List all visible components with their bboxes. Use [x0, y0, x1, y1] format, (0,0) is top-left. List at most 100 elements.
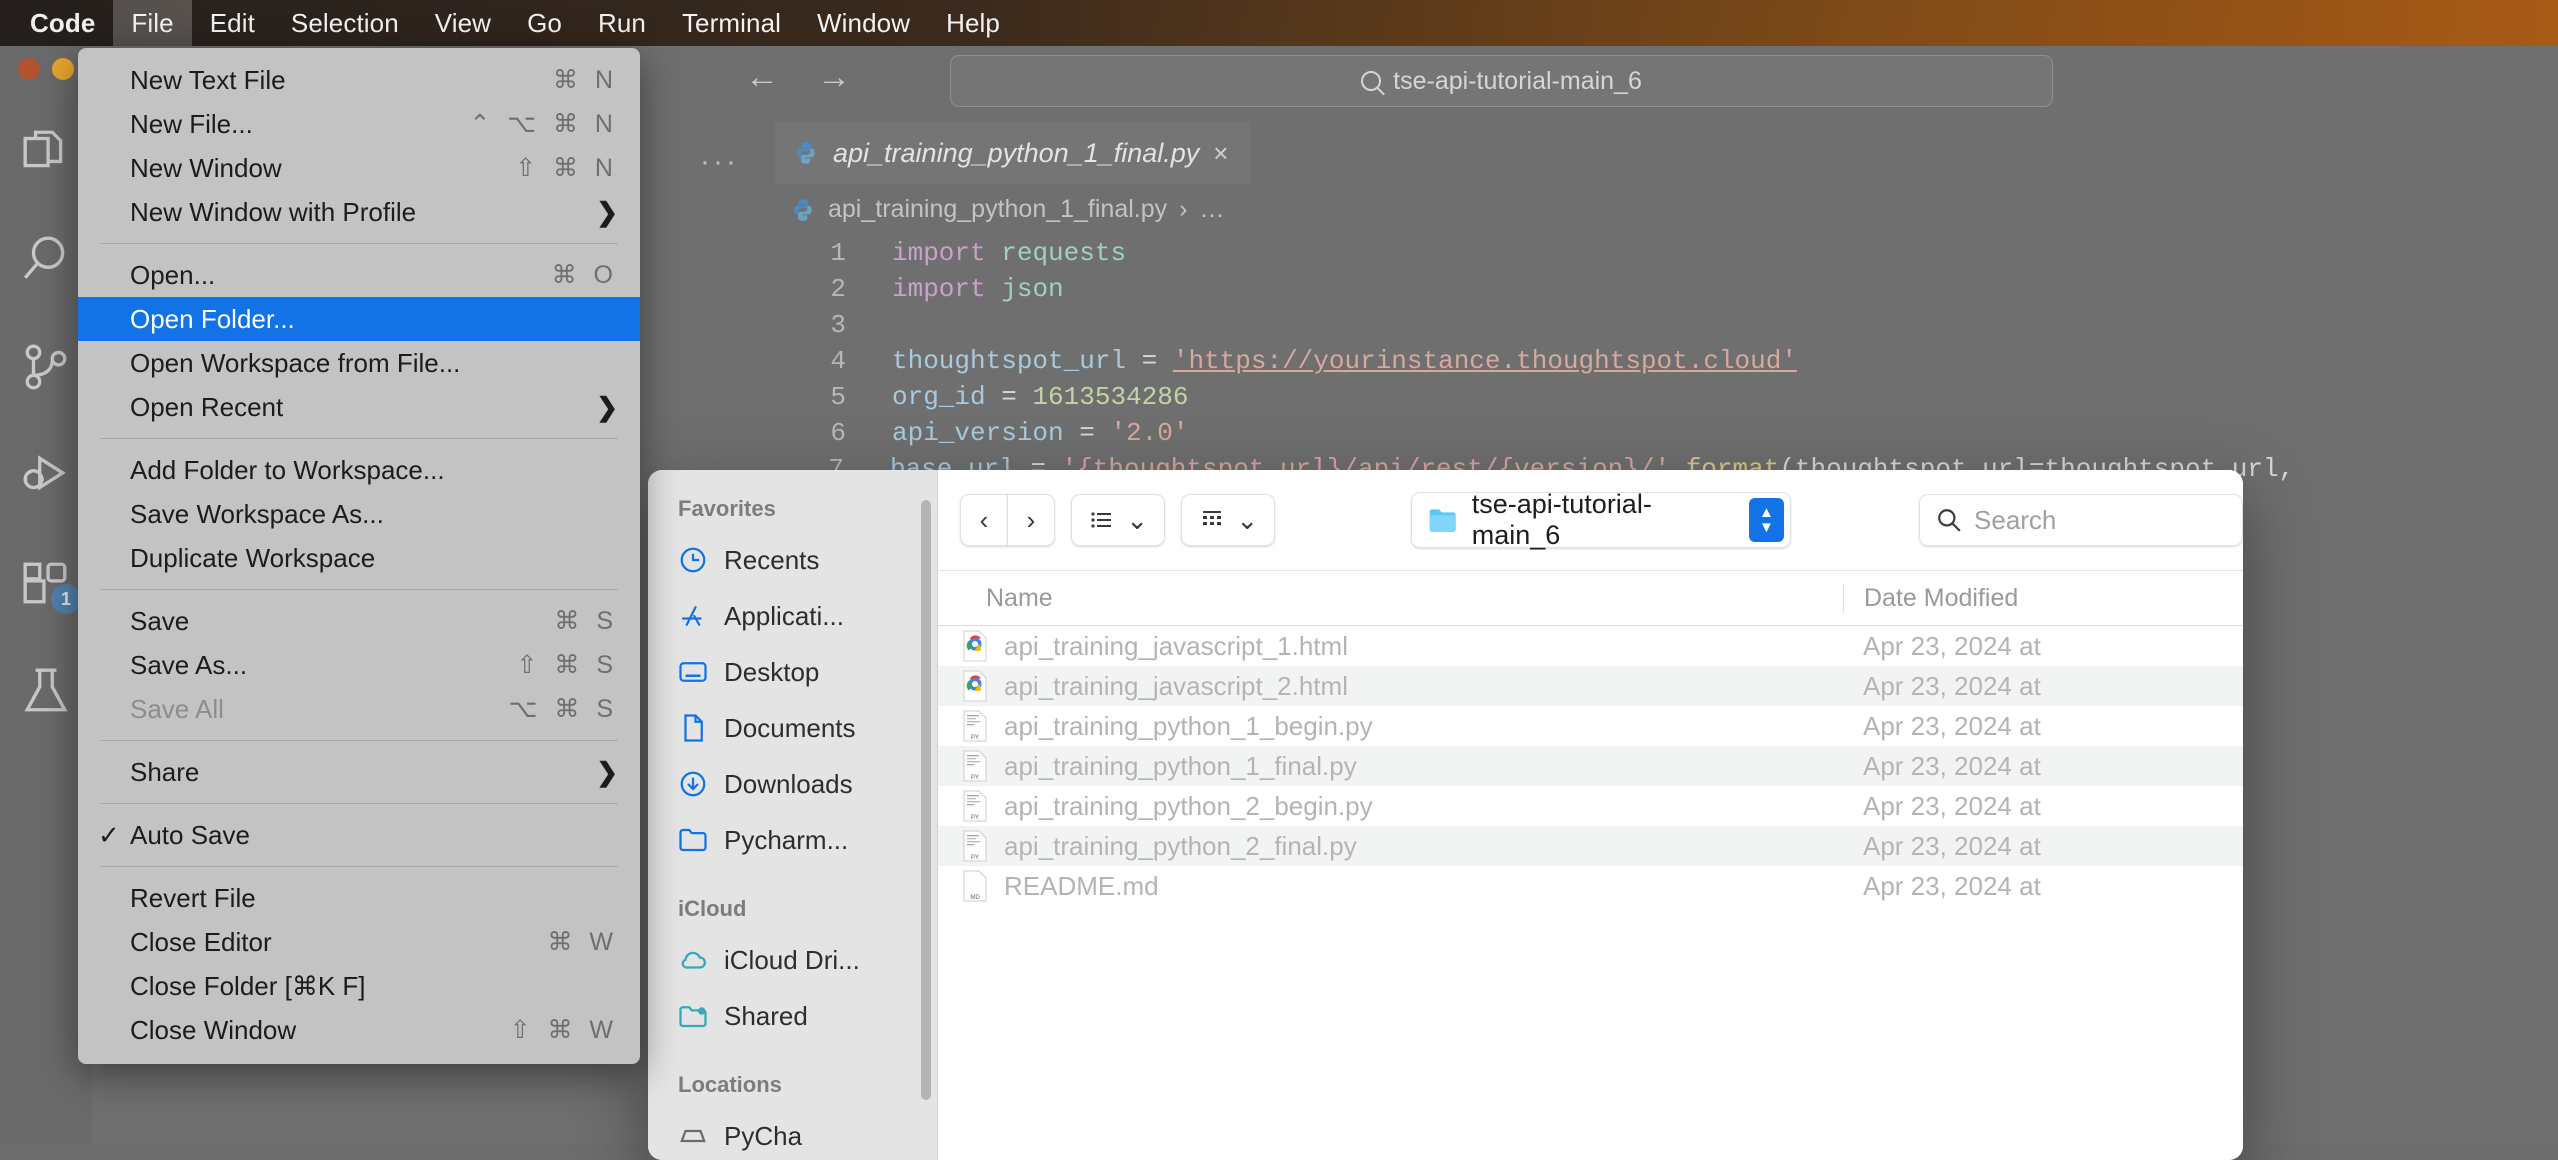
line-number: 1 — [790, 235, 846, 271]
search-icon — [1936, 507, 1962, 533]
menu-item-share[interactable]: Share❯ — [78, 750, 640, 794]
menubar-item-code[interactable]: Code — [12, 0, 113, 46]
sidebar-item-label: Pycharm... — [724, 825, 848, 856]
menu-item-save-workspace-as[interactable]: Save Workspace As... — [78, 492, 640, 536]
command-center-search[interactable]: tse-api-tutorial-main_6 — [950, 55, 2053, 107]
grid-view-icon — [1198, 508, 1226, 532]
menubar-item-run[interactable]: Run — [580, 0, 664, 46]
file-row[interactable]: api_training_javascript_2.htmlApr 23, 20… — [938, 666, 2243, 706]
menu-item-shortcut: ⌘ S — [554, 606, 618, 636]
code-line: 1import requests — [790, 235, 2558, 271]
menu-item-add-folder-to-workspace[interactable]: Add Folder to Workspace... — [78, 448, 640, 492]
menu-item-new-window[interactable]: New Window⇧ ⌘ N — [78, 146, 640, 190]
file-row[interactable]: api_training_javascript_1.htmlApr 23, 20… — [938, 626, 2243, 666]
menu-item-close-folder-k-f[interactable]: Close Folder [⌘K F] — [78, 964, 640, 1008]
menu-item-save[interactable]: Save⌘ S — [78, 599, 640, 643]
file-row[interactable]: PYapi_training_python_1_begin.pyApr 23, … — [938, 706, 2243, 746]
file-row[interactable]: MDREADME.mdApr 23, 2024 at — [938, 866, 2243, 906]
sidebar-item-icloud-dri[interactable]: iCloud Dri... — [648, 932, 937, 988]
editor-tab[interactable]: api_training_python_1_final.py × — [775, 122, 1250, 184]
menu-item-new-file[interactable]: New File...⌃ ⌥ ⌘ N — [78, 102, 640, 146]
menu-item-new-text-file[interactable]: New Text File⌘ N — [78, 58, 640, 102]
menu-item-close-editor[interactable]: Close Editor⌘ W — [78, 920, 640, 964]
file-row[interactable]: PYapi_training_python_1_final.pyApr 23, … — [938, 746, 2243, 786]
menubar-item-view[interactable]: View — [417, 0, 509, 46]
close-window-button[interactable] — [18, 58, 40, 80]
finder-search-placeholder: Search — [1974, 505, 2056, 536]
run-debug-icon[interactable] — [21, 450, 71, 500]
shared-folder-icon — [678, 1001, 708, 1031]
menu-item-save-as[interactable]: Save As...⇧ ⌘ S — [78, 643, 640, 687]
disk-icon — [678, 1121, 708, 1151]
menu-item-duplicate-workspace[interactable]: Duplicate Workspace — [78, 536, 640, 580]
finder-group-view-button[interactable]: ⌄ — [1181, 494, 1275, 546]
line-number: 2 — [790, 271, 846, 307]
sidebar-scrollbar[interactable] — [921, 500, 931, 1100]
sidebar-item-pycharm[interactable]: Pycharm... — [648, 812, 937, 868]
code-token: = — [1064, 418, 1111, 448]
sidebar-item-desktop[interactable]: Desktop — [648, 644, 937, 700]
editor-actions-more-icon[interactable]: ··· — [700, 145, 739, 179]
finder-list-view-button[interactable]: ⌄ — [1071, 494, 1165, 546]
menubar-item-terminal[interactable]: Terminal — [664, 0, 799, 46]
testing-icon[interactable] — [21, 666, 71, 716]
download-icon — [678, 769, 708, 799]
nav-back-arrow[interactable]: ← — [745, 58, 779, 97]
menu-item-open-recent[interactable]: Open Recent❯ — [78, 385, 640, 429]
explorer-icon[interactable] — [21, 126, 71, 176]
menu-item-auto-save[interactable]: ✓Auto Save — [78, 813, 640, 857]
sidebar-item-documents[interactable]: Documents — [648, 700, 937, 756]
column-header-date-modified[interactable]: Date Modified — [1843, 584, 2243, 613]
menu-item-revert-file[interactable]: Revert File — [78, 876, 640, 920]
menu-separator — [100, 589, 618, 590]
breadcrumb-file[interactable]: api_training_python_1_final.py — [828, 195, 1167, 224]
sidebar-item-applicati[interactable]: Applicati... — [648, 588, 937, 644]
folder-icon — [678, 825, 708, 855]
menu-item-open[interactable]: Open...⌘ O — [78, 253, 640, 297]
nav-forward-arrow[interactable]: → — [817, 58, 851, 97]
path-stepper-icon[interactable]: ▲▼ — [1749, 498, 1784, 542]
menubar-item-selection[interactable]: Selection — [273, 0, 417, 46]
line-number: 4 — [790, 343, 846, 379]
finder-file-list[interactable]: api_training_javascript_1.htmlApr 23, 20… — [938, 626, 2243, 1160]
line-number: 6 — [790, 415, 846, 451]
sidebar-item-recents[interactable]: Recents — [648, 532, 937, 588]
menu-separator — [100, 438, 618, 439]
finder-path-popup[interactable]: tse-api-tutorial-main_6 ▲▼ — [1411, 492, 1791, 548]
sidebar-item-label: Shared — [724, 1001, 808, 1032]
finder-forward-button[interactable]: › — [1007, 494, 1055, 546]
file-row[interactable]: PYapi_training_python_2_begin.pyApr 23, … — [938, 786, 2243, 826]
finder-search-field[interactable]: Search — [1919, 494, 2243, 546]
menu-item-label: New File... — [130, 109, 253, 140]
menu-item-label: Share — [130, 757, 199, 788]
menu-item-close-window[interactable]: Close Window⇧ ⌘ W — [78, 1008, 640, 1052]
breadcrumb-tail[interactable]: … — [1199, 195, 1224, 224]
menu-item-open-workspace-from-file[interactable]: Open Workspace from File... — [78, 341, 640, 385]
close-icon[interactable]: × — [1213, 138, 1228, 169]
file-name-cell: api_training_javascript_1.html — [938, 630, 1843, 662]
sidebar-item-pycha[interactable]: PyCha — [648, 1108, 937, 1160]
finder-back-button[interactable]: ‹ — [960, 494, 1008, 546]
source-control-icon[interactable] — [21, 342, 71, 392]
column-header-name[interactable]: Name — [938, 584, 1843, 613]
open-folder-dialog[interactable]: FavoritesRecentsApplicati...DesktopDocum… — [648, 470, 2243, 1160]
menu-item-open-folder[interactable]: Open Folder... — [78, 297, 640, 341]
menu-item-save-all[interactable]: Save All⌥ ⌘ S — [78, 687, 640, 731]
sidebar-item-shared[interactable]: Shared — [648, 988, 937, 1044]
minimize-window-button[interactable] — [52, 58, 74, 80]
extensions-icon[interactable]: 1 — [21, 558, 71, 608]
menubar-item-help[interactable]: Help — [928, 0, 1018, 46]
svg-text:PY: PY — [971, 855, 979, 861]
menubar-item-go[interactable]: Go — [509, 0, 580, 46]
file-row[interactable]: PYapi_training_python_2_final.pyApr 23, … — [938, 826, 2243, 866]
python-file-icon: PY — [962, 750, 988, 782]
menubar-item-file[interactable]: File — [113, 0, 191, 46]
sidebar-item-downloads[interactable]: Downloads — [648, 756, 937, 812]
menubar-item-edit[interactable]: Edit — [192, 0, 273, 46]
chevron-down-icon: ⌄ — [1236, 505, 1258, 536]
menubar-item-window[interactable]: Window — [799, 0, 928, 46]
search-icon[interactable] — [21, 234, 71, 284]
menu-item-new-window-with-profile[interactable]: New Window with Profile❯ — [78, 190, 640, 234]
file-name-cell: PYapi_training_python_1_final.py — [938, 750, 1843, 782]
file-menu-dropdown[interactable]: New Text File⌘ NNew File...⌃ ⌥ ⌘ NNew Wi… — [78, 48, 640, 1064]
